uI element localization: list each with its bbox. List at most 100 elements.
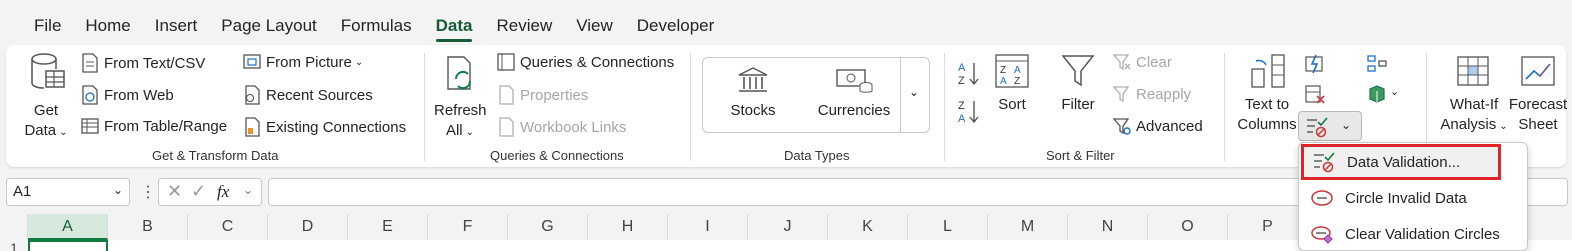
recent-sources-button[interactable]: Recent Sources xyxy=(242,84,373,106)
sort-descending-icon: ZA xyxy=(958,100,979,125)
picture-icon xyxy=(243,54,261,69)
column-header[interactable]: G xyxy=(508,214,588,240)
group-divider xyxy=(944,53,945,161)
from-web-button[interactable]: From Web xyxy=(80,84,174,106)
column-header[interactable]: H xyxy=(588,214,668,240)
filter-icon xyxy=(1061,55,1095,87)
stocks-label: Stocks xyxy=(730,102,776,119)
enter-icon[interactable]: ✓ xyxy=(191,181,206,202)
from-text-csv-button[interactable]: From Text/CSV xyxy=(80,52,205,74)
column-header[interactable]: D xyxy=(268,214,348,240)
data-validation-icon xyxy=(1307,117,1328,138)
existing-connections-button[interactable]: Existing Connections xyxy=(242,116,406,138)
data-types-more-button[interactable]: ⌄ xyxy=(900,57,930,133)
refresh-label2: All xyxy=(445,122,463,139)
from-table-range-label: From Table/Range xyxy=(104,117,228,135)
row-header[interactable]: 1 xyxy=(0,240,28,251)
currencies-button[interactable]: Currencies xyxy=(812,65,896,121)
get-data-label2: Data xyxy=(24,122,57,139)
column-header[interactable]: O xyxy=(1148,214,1228,240)
sort-az-button[interactable]: AZ xyxy=(956,59,982,89)
column-header[interactable]: P xyxy=(1228,214,1308,240)
currency-icon xyxy=(836,69,873,93)
queries-connections-label: Queries & Connections xyxy=(520,53,675,71)
filter-button[interactable]: Filter xyxy=(1056,53,1100,115)
forecast-label: Forecast xyxy=(1508,96,1568,113)
select-all-corner[interactable] xyxy=(0,214,28,240)
text-to-columns-button[interactable]: Text to Columns xyxy=(1234,53,1300,135)
column-header[interactable]: I xyxy=(668,214,748,240)
tab-review[interactable]: Review xyxy=(484,0,564,44)
active-cell[interactable] xyxy=(28,240,108,251)
tab-home[interactable]: Home xyxy=(73,0,142,44)
data-validation-menu: Data Validation... Circle Invalid Data C… xyxy=(1298,142,1528,251)
cancel-icon[interactable]: ✕ xyxy=(167,181,182,202)
workbook-links-button[interactable]: Workbook Links xyxy=(496,116,626,138)
what-if-analysis-button[interactable]: What-If Analysis ⌄ xyxy=(1434,53,1514,137)
tab-view[interactable]: View xyxy=(564,0,625,44)
sort-filter-group-label: Sort & Filter xyxy=(1046,148,1115,163)
reapply-button[interactable]: Reapply xyxy=(1112,84,1191,104)
svg-text:A: A xyxy=(1014,65,1021,76)
tab-page-layout[interactable]: Page Layout xyxy=(209,0,328,44)
data-model-button[interactable]: ⌄ xyxy=(1366,83,1402,105)
more-options-icon[interactable]: ⋮ xyxy=(140,182,156,202)
tab-formulas[interactable]: Formulas xyxy=(329,0,424,44)
sort-dialog-icon: Z AA Z xyxy=(995,54,1029,88)
recent-sources-label: Recent Sources xyxy=(266,86,373,104)
remove-duplicates-button[interactable] xyxy=(1304,83,1326,105)
column-header[interactable]: K xyxy=(828,214,908,240)
column-header[interactable]: N xyxy=(1068,214,1148,240)
sort-ascending-icon: AZ xyxy=(958,62,979,87)
forecast-sheet-icon xyxy=(1521,56,1555,86)
properties-button[interactable]: Properties xyxy=(496,84,588,106)
circle-invalid-data-menu-item[interactable]: Circle Invalid Data xyxy=(1299,180,1527,216)
web-page-icon xyxy=(82,85,98,105)
workbook-links-label: Workbook Links xyxy=(520,118,627,136)
from-table-range-button[interactable]: From Table/Range xyxy=(80,116,227,136)
name-box[interactable]: A1 ⌄ xyxy=(6,178,130,206)
data-validation-menu-item[interactable]: Data Validation... xyxy=(1301,144,1501,180)
clear-filter-button[interactable]: Clear xyxy=(1112,52,1172,72)
flash-fill-button[interactable] xyxy=(1304,53,1326,75)
sort-button[interactable]: ZAAZ Sort xyxy=(990,53,1034,115)
column-header[interactable]: L xyxy=(908,214,988,240)
column-header[interactable]: E xyxy=(348,214,428,240)
svg-text:Z: Z xyxy=(1014,76,1020,87)
chevron-down-icon: ⌄ xyxy=(1390,86,1400,98)
column-header[interactable]: C xyxy=(188,214,268,240)
sort-za-button[interactable]: ZA xyxy=(956,97,982,127)
tab-insert[interactable]: Insert xyxy=(143,0,210,44)
svg-text:Z: Z xyxy=(958,100,965,112)
chevron-down-icon: ⌄ xyxy=(59,127,68,138)
from-picture-button[interactable]: From Picture ⌄ xyxy=(242,52,363,72)
existing-connections-icon xyxy=(245,117,260,137)
chevron-down-icon: ⌄ xyxy=(354,56,364,68)
stocks-button[interactable]: Stocks xyxy=(718,65,788,121)
refresh-label: Refresh xyxy=(434,102,487,119)
queries-icon xyxy=(497,53,515,71)
column-header[interactable]: J xyxy=(748,214,828,240)
queries-connections-button[interactable]: Queries & Connections xyxy=(496,52,674,72)
refresh-all-button[interactable]: Refresh All ⌄ xyxy=(434,51,487,143)
tab-data[interactable]: Data xyxy=(424,0,485,44)
group-divider xyxy=(424,53,425,161)
forecast-sheet-button[interactable]: Forecast Sheet xyxy=(1506,53,1570,135)
column-header[interactable]: B xyxy=(108,214,188,240)
get-data-button[interactable]: Get Data ⌄ xyxy=(20,51,72,143)
bank-icon xyxy=(738,67,768,92)
column-header[interactable]: M xyxy=(988,214,1068,240)
column-header[interactable]: A xyxy=(28,214,108,240)
sort-label: Sort xyxy=(998,96,1026,113)
advanced-filter-button[interactable]: Advanced xyxy=(1112,116,1203,136)
insert-function-button[interactable]: fx xyxy=(217,182,229,202)
consolidate-button[interactable] xyxy=(1366,53,1388,75)
currencies-label: Currencies xyxy=(817,102,891,119)
tab-developer[interactable]: Developer xyxy=(625,0,727,44)
tab-file[interactable]: File xyxy=(22,0,73,44)
data-types-group-label: Data Types xyxy=(784,148,850,163)
clear-validation-circles-menu-item[interactable]: Clear Validation Circles xyxy=(1299,216,1527,251)
column-header[interactable]: F xyxy=(428,214,508,240)
svg-text:A: A xyxy=(958,113,966,125)
data-validation-split-button[interactable]: ⌄ xyxy=(1298,111,1362,141)
